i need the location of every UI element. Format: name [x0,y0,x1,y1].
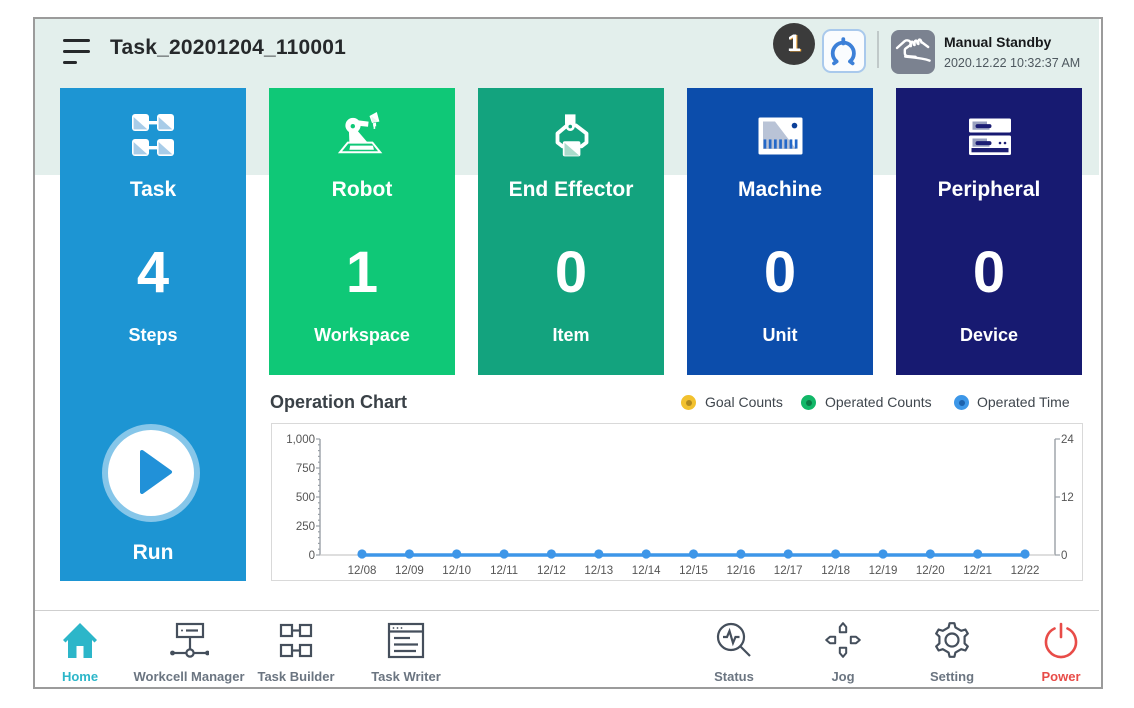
svg-text:500: 500 [296,492,315,504]
svg-text:12/09: 12/09 [395,565,424,577]
svg-text:0: 0 [1061,550,1067,562]
svg-text:12/16: 12/16 [727,565,756,577]
svg-text:1,000: 1,000 [286,434,315,446]
svg-text:12/20: 12/20 [916,565,945,577]
svg-text:12/13: 12/13 [584,565,613,577]
svg-text:24: 24 [1061,434,1074,446]
svg-text:12/22: 12/22 [1011,565,1040,577]
svg-text:12/10: 12/10 [442,565,471,577]
svg-text:12/08: 12/08 [348,565,377,577]
svg-text:750: 750 [296,463,315,475]
svg-text:12/14: 12/14 [632,565,661,577]
svg-text:12/19: 12/19 [869,565,898,577]
svg-text:12/12: 12/12 [537,565,566,577]
svg-text:12/11: 12/11 [490,565,518,577]
svg-text:0: 0 [309,550,315,562]
svg-text:12/17: 12/17 [774,565,803,577]
svg-text:12/21: 12/21 [963,565,992,577]
svg-text:250: 250 [296,521,315,533]
svg-text:12/18: 12/18 [821,565,850,577]
svg-text:12/15: 12/15 [679,565,708,577]
svg-text:12: 12 [1061,492,1074,504]
